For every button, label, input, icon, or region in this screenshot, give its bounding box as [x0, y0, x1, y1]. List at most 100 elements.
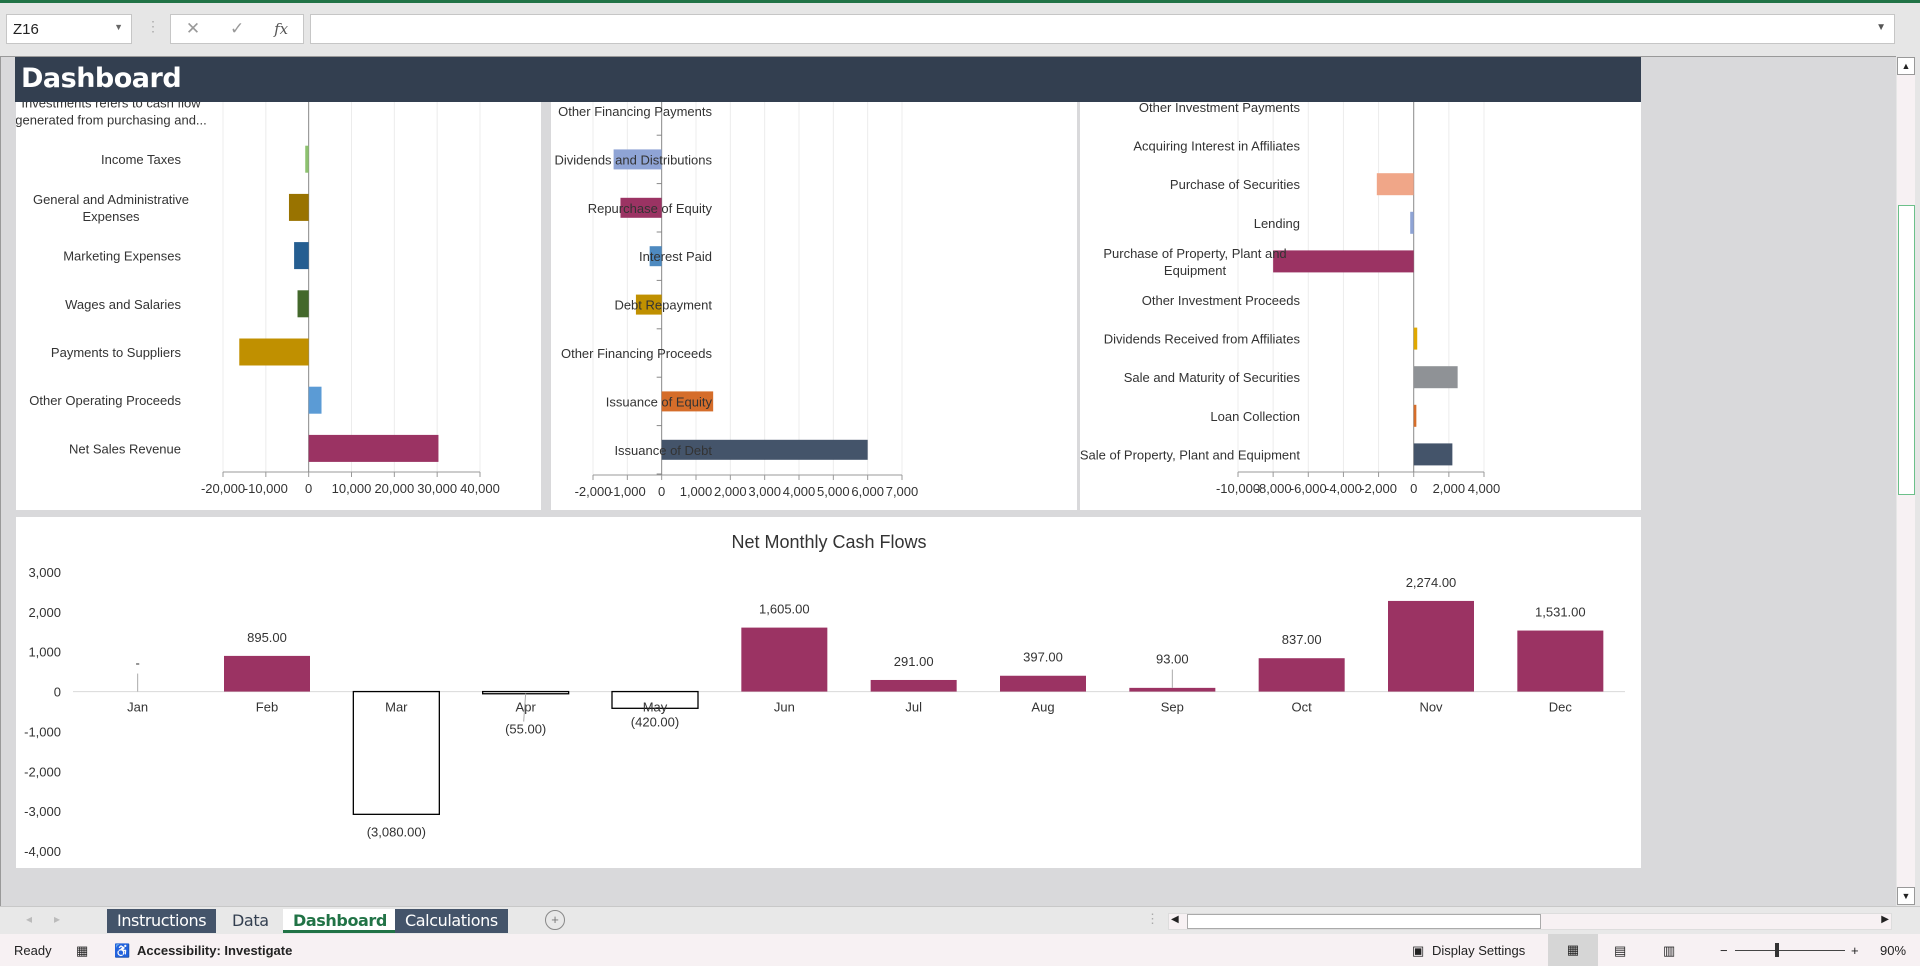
tab-dashboard[interactable]: Dashboard	[283, 909, 397, 933]
bar	[305, 145, 309, 173]
bar	[870, 679, 957, 692]
axis-tick-label: 1,000	[680, 484, 713, 499]
category-label: Income Taxes	[101, 152, 181, 167]
normal-view-icon[interactable]: ▦	[1548, 934, 1598, 966]
axis-tick-label: -10,000	[244, 481, 288, 496]
data-label: (420.00)	[631, 715, 679, 730]
operating-cash-flow-chart[interactable]: -20,000 -10,000 0 10,000 20,000 30,000 40,000 I…	[16, 95, 541, 510]
x-tick-label: Aug	[1031, 700, 1054, 715]
category-label: Interest Paid	[639, 249, 712, 264]
x-tick-label: Jun	[774, 700, 795, 715]
expand-formula-icon[interactable]: ▼	[1876, 22, 1886, 33]
ribbon-accent-line	[0, 0, 1920, 3]
scroll-left-icon[interactable]: ◀	[1171, 914, 1179, 925]
zoom-slider-thumb[interactable]	[1775, 943, 1779, 957]
x-tick-label: Sep	[1161, 700, 1184, 715]
category-label: Marketing Expenses	[63, 249, 181, 264]
bar	[1413, 366, 1458, 389]
prev-sheet-icon[interactable]: ◂	[26, 912, 32, 926]
chevron-down-icon[interactable]: ▼	[114, 22, 123, 32]
x-tick-label: May	[643, 700, 668, 715]
y-tick-label: 3,000	[28, 565, 61, 580]
x-tick-label: Jan	[127, 700, 148, 715]
financing-cash-flow-chart[interactable]: -2,000 -1,000 0 1,000 2,000 3,000 4,000 5,000 6,…	[551, 95, 1077, 510]
status-bar: Ready ▦ ♿ Accessibility: Investigate ▣ D…	[0, 934, 1920, 966]
page-break-view-icon[interactable]: ▥	[1663, 943, 1675, 959]
data-label: -	[135, 656, 139, 671]
bar	[1258, 658, 1345, 692]
zoom-slider[interactable]	[1735, 950, 1845, 951]
category-label: General and Administrative Expenses	[33, 192, 189, 224]
drag-handle-icon[interactable]: ⋮	[146, 18, 160, 35]
bar	[1000, 675, 1086, 692]
scroll-up-icon[interactable]: ▲	[1897, 57, 1915, 75]
tab-instructions[interactable]: Instructions	[107, 909, 217, 933]
axis-tick-label: 2,000	[1433, 481, 1466, 496]
tab-data[interactable]: Data	[222, 909, 279, 933]
axis-tick-label: -8,000	[1255, 481, 1292, 496]
horizontal-scrollbar[interactable]: ◀ ▶	[1168, 913, 1892, 930]
vertical-scroll-thumb[interactable]	[1898, 205, 1915, 495]
name-box-value: Z16	[13, 21, 39, 38]
formula-input[interactable]: ▼	[310, 14, 1895, 44]
category-label: Payments to Suppliers	[51, 345, 182, 360]
y-tick-label: 1,000	[28, 645, 61, 660]
data-label: 2,274.00	[1406, 575, 1457, 590]
page-layout-view-icon[interactable]: ▤	[1614, 943, 1626, 959]
accessibility-status[interactable]: Accessibility: Investigate	[137, 943, 292, 958]
bar	[294, 242, 309, 270]
axis-tick-label: 30,000	[417, 481, 457, 496]
chart-title: Net Monthly Cash Flows	[731, 532, 926, 552]
data-label: 1,531.00	[1535, 605, 1586, 620]
axis-tick-label: 2,000	[714, 484, 747, 499]
bar	[741, 627, 828, 692]
split-handle-icon[interactable]: ⋮	[1146, 911, 1159, 927]
category-label: Acquiring Interest in Affiliates	[1133, 139, 1300, 154]
category-label: Other Financing Proceeds	[561, 346, 713, 361]
axis-tick-label: 0	[305, 481, 312, 496]
scroll-right-icon[interactable]: ▶	[1881, 914, 1889, 925]
data-label: 291.00	[894, 654, 934, 669]
next-sheet-icon[interactable]: ▸	[54, 912, 60, 926]
name-box[interactable]: Z16 ▼	[6, 14, 132, 44]
x-tick-label: Jul	[905, 700, 922, 715]
axis-tick-label: -4,000	[1325, 481, 1362, 496]
category-label: Net Sales Revenue	[69, 441, 181, 456]
bar	[297, 290, 309, 318]
bar	[1413, 327, 1418, 350]
add-sheet-icon[interactable]: +	[545, 910, 565, 930]
bar	[482, 690, 570, 695]
formula-buttons: ✕ ✓ fx	[170, 14, 304, 44]
bar	[1410, 211, 1414, 234]
investing-cash-flow-chart[interactable]: -10,000 -8,000 -6,000 -4,000 -2,000 0 2,000 4,0…	[1080, 95, 1641, 510]
category-label: Lending	[1254, 216, 1300, 231]
zoom-in-button[interactable]: +	[1851, 943, 1859, 958]
y-tick-label: 0	[54, 685, 61, 700]
enter-icon[interactable]: ✓	[230, 19, 244, 39]
zoom-level[interactable]: 90%	[1880, 943, 1906, 958]
calendar-icon[interactable]: ▦	[76, 943, 88, 959]
horizontal-scroll-thumb[interactable]	[1187, 914, 1541, 929]
net-monthly-cash-flows-chart[interactable]: Net Monthly Cash Flows 3,000 2,000 1,000 0 -1…	[16, 517, 1641, 868]
category-label: Issuance of Equity	[606, 394, 713, 409]
category-label: Purchase of Securities	[1170, 177, 1301, 192]
category-label: Other Investment Proceeds	[1142, 293, 1301, 308]
category-label: Dividends Received from Affiliates	[1104, 332, 1301, 347]
data-label: (3,080.00)	[367, 824, 426, 839]
x-tick-label: Apr	[516, 700, 537, 715]
bar	[1388, 600, 1474, 692]
y-tick-label: -1,000	[24, 724, 61, 739]
display-settings-icon[interactable]: ▣	[1412, 943, 1424, 959]
insert-function-icon[interactable]: fx	[274, 20, 288, 38]
tab-calculations[interactable]: Calculations	[395, 909, 508, 933]
cancel-icon[interactable]: ✕	[186, 19, 200, 39]
bar	[239, 338, 309, 366]
axis-tick-label: 20,000	[374, 481, 414, 496]
data-label: 397.00	[1023, 650, 1063, 665]
bar	[1517, 630, 1604, 692]
display-settings-button[interactable]: Display Settings	[1432, 943, 1525, 958]
scroll-down-icon[interactable]: ▼	[1897, 887, 1915, 905]
accessibility-icon[interactable]: ♿	[114, 943, 130, 959]
vertical-scrollbar[interactable]: ▲ ▼	[1897, 57, 1915, 905]
zoom-out-button[interactable]: −	[1720, 943, 1728, 958]
